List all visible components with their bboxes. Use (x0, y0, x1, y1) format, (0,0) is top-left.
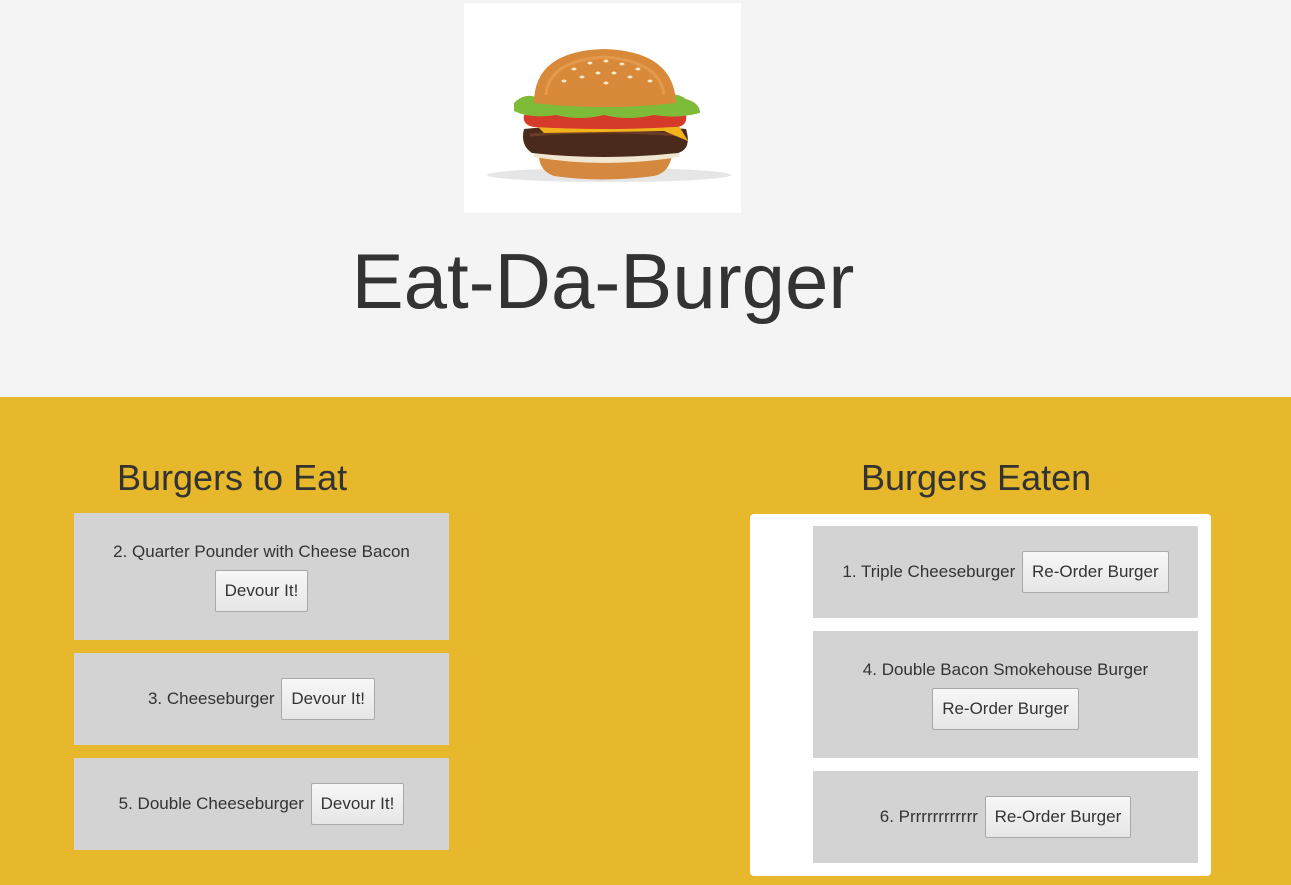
list-item: 3. Cheeseburger Devour It! (74, 653, 449, 745)
list-item: 1. Triple Cheeseburger Re-Order Burger (813, 526, 1198, 618)
list-item: 6. Prrrrrrrrrrrr Re-Order Burger (813, 771, 1198, 863)
burgers-eaten-heading: Burgers Eaten (861, 457, 1092, 498)
burger-logo (464, 3, 741, 213)
burger-name: 5. Double Cheeseburger (118, 794, 304, 813)
burger-name: 2. Quarter Pounder with Cheese Bacon (113, 541, 410, 561)
list-item: 4. Double Bacon Smokehouse Burger Re-Ord… (813, 631, 1198, 758)
reorder-button[interactable]: Re-Order Burger (984, 796, 1132, 838)
list-item: 5. Double Cheeseburger Devour It! (74, 758, 449, 850)
reorder-button[interactable]: Re-Order Burger (932, 687, 1079, 730)
reorder-button[interactable]: Re-Order Burger (1022, 551, 1169, 593)
header: Eat-Da-Burger (0, 0, 1291, 397)
burger-name: 4. Double Bacon Smokehouse Burger (862, 659, 1149, 679)
list-item: 2. Quarter Pounder with Cheese Bacon Dev… (74, 513, 449, 640)
burger-icon (487, 49, 731, 182)
devour-button[interactable]: Devour It! (310, 783, 405, 825)
burgers-to-eat-heading: Burgers to Eat (117, 457, 348, 498)
devour-button[interactable]: Devour It! (214, 569, 309, 612)
burger-name: 6. Prrrrrrrrrrrr (879, 807, 978, 826)
page-title: Eat-Da-Burger (351, 237, 855, 325)
burger-name: 3. Cheeseburger (147, 689, 275, 708)
main-section: Burgers to Eat 2. Quarter Pounder with C… (0, 397, 1291, 885)
devour-button[interactable]: Devour It! (281, 678, 376, 720)
burger-name: 1. Triple Cheeseburger (842, 562, 1016, 581)
